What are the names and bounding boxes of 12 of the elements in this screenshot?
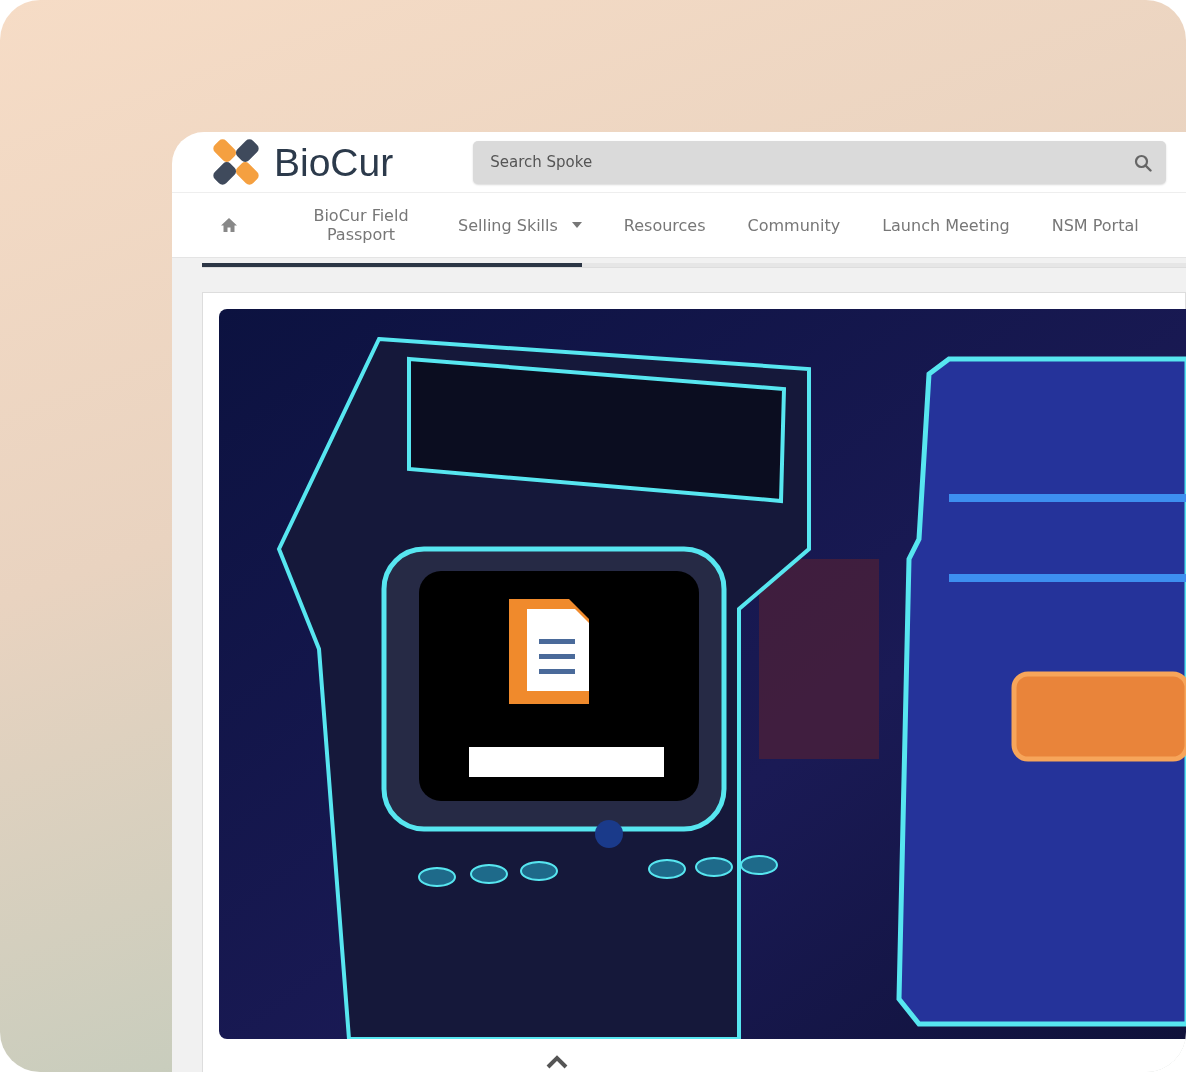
search-icon[interactable] [1134, 153, 1152, 172]
nav-link[interactable]: Launch Meeting [882, 215, 1010, 235]
nav-link[interactable]: Community [747, 215, 841, 235]
caret-icon[interactable] [571, 222, 582, 228]
nav-link[interactable]: BioCur Field Passport [306, 206, 416, 244]
nav-link[interactable]: NSM Portal [1051, 215, 1139, 235]
brand-name: BioCur [274, 142, 394, 182]
search-field[interactable]: Search Spoke [473, 140, 1166, 184]
nav-link[interactable]: Selling Skills [458, 215, 582, 235]
chevron-up-icon[interactable] [546, 1055, 568, 1069]
nav-link[interactable]: Resources [623, 215, 706, 235]
home-icon[interactable] [220, 217, 238, 233]
